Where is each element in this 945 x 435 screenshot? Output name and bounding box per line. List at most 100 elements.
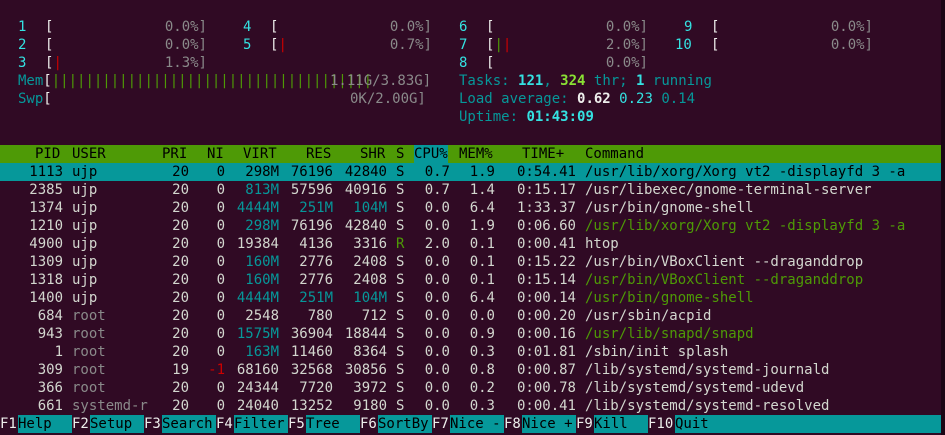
cpu-8-percent: 0.0%]	[605, 55, 648, 71]
fkey-filter-button[interactable]: Filter	[234, 415, 288, 433]
cell-mem: 0.8	[469, 362, 495, 378]
cell-user: ujp	[72, 236, 98, 252]
cell-time: 0:00.14	[516, 290, 576, 306]
mem-label: Mem	[18, 73, 44, 89]
fkey-search-button[interactable]: Search	[162, 415, 216, 433]
cell-cmd: /lib/systemd/systemd-resolved	[585, 398, 830, 414]
cell-ni: 0	[216, 164, 225, 180]
cpu-9-bar: [	[711, 19, 720, 35]
cell-pid: 1400	[29, 290, 63, 306]
fkey-f1[interactable]: F1	[0, 415, 17, 433]
cell-cmd: /usr/sbin/acpid	[585, 308, 712, 324]
process-row[interactable]: 1210 ujp 20 0 298M 76196 42840 S 0.0 1.9 0:06.60/u…	[0, 217, 945, 235]
cell-s: S	[396, 344, 405, 360]
cell-res: 780	[307, 308, 333, 324]
fkey-f3[interactable]: F3	[144, 415, 161, 433]
process-row[interactable]: 1374 ujp 20 0 4444M 251M 104M S 0.0 6.4 1:33.37/us…	[0, 199, 945, 217]
cell-virt: 160M	[245, 254, 279, 270]
fkey-f9[interactable]: F9	[576, 415, 593, 433]
cell-ni: 0	[216, 236, 225, 252]
cell-ni: 0	[216, 308, 225, 324]
cell-cpu: 0.0	[424, 272, 450, 288]
load-5: 0.23	[619, 91, 653, 107]
cell-pid: 1309	[29, 254, 63, 270]
cell-user: ujp	[72, 200, 98, 216]
cell-s: S	[396, 200, 405, 216]
uptime-value: 01:43:09	[526, 109, 594, 125]
cell-user: systemd-r	[72, 398, 148, 414]
cell-mem: 0.3	[469, 344, 495, 360]
col-time[interactable]: TIME+	[522, 145, 564, 163]
fkey-setup-button[interactable]: Setup	[90, 415, 144, 433]
col-pri[interactable]: PRI	[162, 145, 187, 163]
cpu-10-label: 10	[675, 37, 692, 53]
col-pid[interactable]: PID	[35, 145, 60, 163]
cell-shr: 42840	[344, 218, 387, 234]
cell-ni: 0	[216, 398, 225, 414]
col-command[interactable]: Command	[585, 145, 644, 163]
fkey-f6[interactable]: F6	[360, 415, 377, 433]
col-user[interactable]: USER	[72, 145, 106, 163]
process-row[interactable]: 1 root 20 0 163M 11460 8364 S 0.0 0.3 0:01.81/sbin…	[0, 343, 945, 361]
fkey-f7[interactable]: F7	[432, 415, 449, 433]
fkey-help-button[interactable]: Help	[18, 415, 72, 433]
cell-cmd: /sbin/init splash	[585, 344, 729, 360]
process-row[interactable]: 309 root 19 -1 68160 32568 30856 S 0.0 0.8 0:00.87…	[0, 361, 945, 379]
cell-s: S	[396, 164, 405, 180]
cell-virt: 160M	[245, 272, 279, 288]
cpu-6-percent: 0.0%]	[605, 19, 648, 35]
cell-user: root	[72, 380, 106, 396]
cell-virt: 4444M	[236, 290, 279, 306]
cell-ni: 0	[216, 380, 225, 396]
fkey-f2[interactable]: F2	[72, 415, 89, 433]
process-row[interactable]: 943 root 20 0 1575M 36904 18844 S 0.0 0.9 0:00.16 /…	[0, 325, 945, 343]
fkey-f10[interactable]: F10	[648, 415, 673, 433]
cell-pri: 20	[172, 182, 189, 198]
process-row[interactable]: 1113 ujp 20 0 298M 76196 42840 S 0.7 1.9 0:54.41/u…	[0, 163, 945, 181]
cell-virt: 68160	[236, 362, 279, 378]
process-row[interactable]: 1318 ujp 20 0 160M 2776 2408 S 0.0 0.1 0:15.14/usr…	[0, 271, 945, 289]
fkey-f4[interactable]: F4	[216, 415, 233, 433]
fkey-sortby-button[interactable]: SortBy	[378, 415, 432, 433]
fkey-tree-button[interactable]: Tree	[306, 415, 360, 433]
fkey-kill-button[interactable]: Kill	[594, 415, 648, 433]
col-mem[interactable]: MEM%	[459, 145, 493, 163]
cell-mem: 0.3	[469, 398, 495, 414]
process-row[interactable]: 1400 ujp 20 0 4444M 251M 104M S 0.0 6.4 0:00.14/us…	[0, 289, 945, 307]
cell-res: 32568	[290, 362, 333, 378]
cell-ni: 0	[216, 182, 225, 198]
cell-shr: 3972	[353, 380, 387, 396]
process-row[interactable]: 4900 ujp 20 0 19384 4136 3316 R 2.0 0.1 0:00.41 hto…	[0, 235, 945, 253]
col-res[interactable]: RES	[306, 145, 331, 163]
col-ni[interactable]: NI	[207, 145, 224, 163]
cell-ni: 0	[216, 218, 225, 234]
process-row[interactable]: 1309 ujp 20 0 160M 2776 2408 S 0.0 0.1 0:15.22/usr…	[0, 253, 945, 271]
cell-s: S	[396, 380, 405, 396]
cell-cpu: 0.0	[424, 326, 450, 342]
cell-cmd: /usr/bin/gnome-shell	[585, 290, 754, 306]
process-row[interactable]: 661 systemd-r 20 0 24040 13252 9180 S 0.0 0.3 0:00…	[0, 397, 945, 415]
col-virt[interactable]: VIRT	[243, 145, 277, 163]
fkey-quit-button[interactable]: Quit	[675, 415, 941, 433]
col-cpu-sorted[interactable]: CPU%	[414, 145, 448, 163]
cell-ni: 0	[216, 272, 225, 288]
swap-value: 0K/2.00G]	[350, 91, 426, 107]
cell-pri: 20	[172, 164, 189, 180]
process-row[interactable]: 684 root 20 0 2548 780 712 S 0.0 0.0 0:00.20/usr/s…	[0, 307, 945, 325]
cell-time: 0:00.78	[516, 380, 576, 396]
fkey-nice-+-button[interactable]: Nice +	[522, 415, 576, 433]
fkey-nice---button[interactable]: Nice -	[450, 415, 504, 433]
cell-pri: 20	[172, 326, 189, 342]
fkey-f8[interactable]: F8	[504, 415, 521, 433]
process-row[interactable]: 366 root 20 0 24344 7720 3972 S 0.0 0.2 0:00.78/li…	[0, 379, 945, 397]
col-state[interactable]: S	[396, 145, 404, 163]
cell-pid: 943	[37, 326, 63, 342]
cell-res: 2776	[299, 272, 333, 288]
fkey-f5[interactable]: F5	[288, 415, 305, 433]
column-header: PID USER PRI NI VIRT RES SHR S CPU% MEM%…	[0, 145, 945, 163]
cell-s: S	[396, 398, 405, 414]
col-shr[interactable]: SHR	[360, 145, 385, 163]
cell-pid: 309	[37, 362, 63, 378]
cell-pri: 20	[172, 200, 189, 216]
process-row[interactable]: 2385 ujp 20 0 813M 57596 40916 S 0.7 1.4 0:15.17/u…	[0, 181, 945, 199]
